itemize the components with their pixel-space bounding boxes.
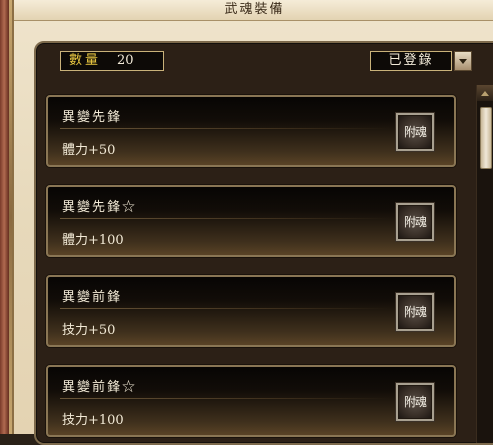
left-decorative-border xyxy=(0,0,12,434)
filter-select-value[interactable]: 已登錄 xyxy=(370,51,452,71)
item-stat: 技力+100 xyxy=(62,413,124,428)
list-item[interactable]: 異變前鋒 技力+50 附魂 xyxy=(46,275,456,347)
attach-soul-button[interactable]: 附魂 xyxy=(396,203,434,241)
chevron-up-icon xyxy=(481,90,489,96)
item-stat: 體力+50 xyxy=(62,143,116,158)
attach-soul-button[interactable]: 附魂 xyxy=(396,113,434,151)
item-divider xyxy=(60,218,390,219)
attach-soul-button[interactable]: 附魂 xyxy=(396,383,434,421)
item-name: 異變前鋒 xyxy=(62,290,123,305)
window-title: 武魂裝備 xyxy=(14,0,493,21)
item-name: 異變先鋒 xyxy=(62,110,123,125)
item-divider xyxy=(60,398,390,399)
attach-soul-button[interactable]: 附魂 xyxy=(396,293,434,331)
list-scrollbar[interactable] xyxy=(476,85,493,443)
count-display: 數量 20 xyxy=(60,51,164,71)
count-label: 數量 xyxy=(69,53,102,68)
item-name: 異變先鋒☆ xyxy=(62,200,138,215)
scroll-up-button[interactable] xyxy=(477,85,493,101)
equipment-panel: 數量 20 已登錄 異變先鋒 體力+50 附魂 異變先鋒☆ 體力+100 附魂 … xyxy=(34,41,493,445)
count-value: 20 xyxy=(117,53,134,68)
list-item[interactable]: 異變先鋒☆ 體力+100 附魂 xyxy=(46,185,456,257)
filter-dropdown-button[interactable] xyxy=(454,51,472,71)
item-stat: 技力+50 xyxy=(62,323,116,338)
item-divider xyxy=(60,128,390,129)
scroll-thumb[interactable] xyxy=(480,107,492,169)
item-stat: 體力+100 xyxy=(62,233,124,248)
list-item[interactable]: 異變先鋒 體力+50 附魂 xyxy=(46,95,456,167)
soul-equipment-window: 武魂裝備 數量 20 已登錄 異變先鋒 體力+50 附魂 異變先鋒☆ 體力+10… xyxy=(12,0,493,445)
item-divider xyxy=(60,308,390,309)
item-name: 異變前鋒☆ xyxy=(62,380,138,395)
panel-header: 數量 20 已登錄 xyxy=(36,43,493,75)
list-item[interactable]: 異變前鋒☆ 技力+100 附魂 xyxy=(46,365,456,437)
chevron-down-icon xyxy=(459,58,467,64)
